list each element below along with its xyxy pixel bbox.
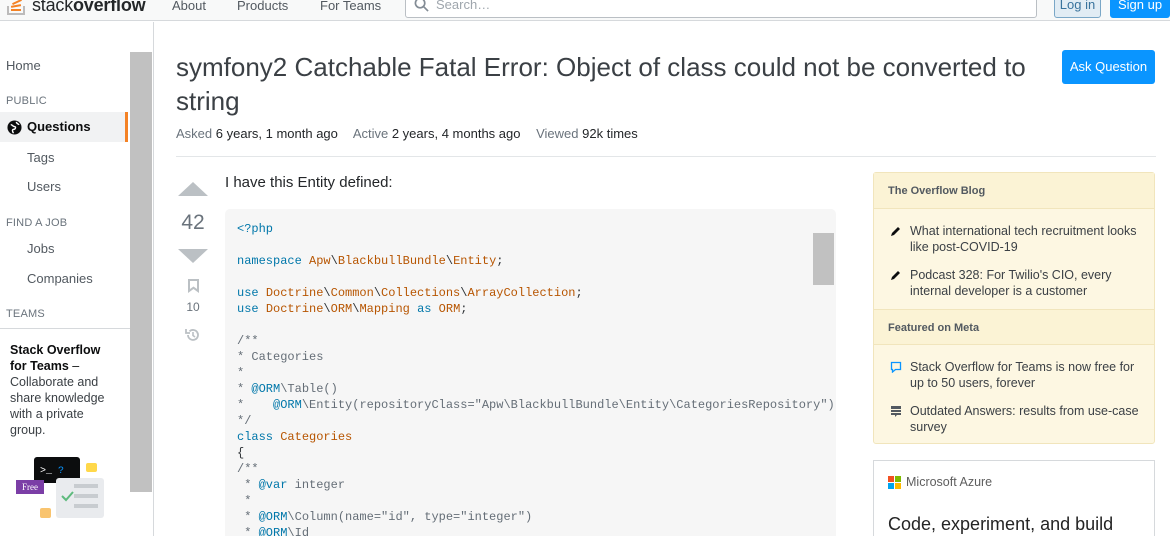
overflow-blog-widget: The Overflow Blog What international tec… [873,172,1155,444]
search-icon [414,0,429,12]
blog-item-2[interactable]: Podcast 328: For Twilio's CIO, every int… [910,267,1140,299]
nav-home[interactable]: Home [6,58,41,73]
teams-description: Collaborate and share knowledge with a p… [10,375,105,437]
blog-heading: The Overflow Blog [874,173,1154,209]
nav-users[interactable]: Users [27,179,61,194]
post-body-text: I have this Entity defined: [225,174,393,191]
downvote-arrow-icon[interactable] [178,249,208,263]
bookmark-count: 10 [186,300,200,314]
pencil-icon [891,227,900,236]
nav-for-teams[interactable]: For Teams [320,0,381,13]
question-title[interactable]: symfony2 Catchable Fatal Error: Object o… [176,50,1046,118]
public-heading: PUBLIC [6,95,47,107]
bookmark-icon[interactable] [188,279,199,293]
code-block[interactable]: <?php namespace Apw\BlackbullBundle\Enti… [225,209,836,536]
code-line: * @var integer [237,478,346,492]
nav-companies[interactable]: Companies [27,271,93,286]
code-line: use Doctrine\ORM\Mapping as ORM; [237,302,468,316]
code-content: <?php namespace Apw\BlackbullBundle\Enti… [237,221,835,536]
svg-text:>_: >_ [40,466,53,477]
code-line: namespace Apw\BlackbullBundle\Entity; [237,254,504,268]
divider [176,156,1156,157]
globe-icon [7,120,22,135]
nav-about[interactable]: About [172,0,206,13]
code-line: * [237,366,245,380]
advertisement[interactable]: Microsoft Azure Code, experiment, and bu… [873,460,1155,536]
code-line: * [237,494,252,508]
search-box [405,0,1037,18]
code-line: * @ORM\Entity(repositoryClass="Apw\Black… [237,398,835,412]
sidebar-scrollbar[interactable] [130,52,152,492]
microsoft-logo-icon [888,476,901,489]
stackoverflow-logo-icon [7,0,25,15]
ad-headline: Code, experiment, and build [888,514,1114,534]
meta-item-1[interactable]: Stack Overflow for Teams is now free for… [910,359,1140,391]
search-input[interactable] [436,0,1016,12]
ask-question-button[interactable]: Ask Question [1062,50,1155,84]
blog-item-1[interactable]: What international tech recruitment look… [910,223,1140,255]
stack-exchange-icon [891,406,901,417]
code-line: class Categories [237,430,353,444]
svg-text:?: ? [58,466,64,477]
code-line: * @ORM\Table() [237,382,338,396]
asked-value: 6 years, 1 month ago [215,126,338,141]
viewed-value: 92k times [582,126,638,141]
teams-promo: Stack Overflow for Teams – Collaborate a… [0,328,130,536]
top-bar: stackoverflow About Products For Teams L… [0,0,1170,21]
code-line: /** [237,334,259,348]
free-badge: Free [22,482,38,492]
nav-jobs[interactable]: Jobs [27,241,54,256]
question-meta: Asked 6 years, 1 month ago Active 2 year… [176,126,650,141]
code-scrollbar[interactable] [813,233,834,285]
code-line: * @ORM\Column(name="id", type="integer") [237,510,533,524]
find-job-heading: FIND A JOB [6,217,68,229]
teams-heading: TEAMS [6,308,45,320]
logo-text: stackoverflow [32,0,146,15]
teams-title[interactable]: Stack Overflow for Teams – [10,342,120,374]
code-line: <?php [237,222,274,236]
active-label: Active [352,126,389,141]
logo[interactable]: stackoverflow [6,0,146,18]
asked-label: Asked [176,126,213,141]
nav-questions-label: Questions [27,119,91,134]
signup-button[interactable]: Sign up [1110,0,1170,18]
nav-questions[interactable]: Questions [0,112,128,142]
vote-count: 42 [181,211,205,234]
pencil-icon [891,271,900,280]
left-sidebar: Home PUBLIC Questions Tags Users FIND A … [0,22,154,536]
meta-item-2[interactable]: Outdated Answers: results from use-case … [910,403,1140,435]
nav-tags[interactable]: Tags [27,150,54,165]
nav-products[interactable]: Products [237,0,288,13]
history-icon[interactable] [185,327,201,343]
code-line: { [237,446,245,460]
ad-brand: Microsoft Azure [906,475,993,489]
code-line: */ [237,414,252,428]
code-line: * Categories [237,350,324,364]
code-line: use Doctrine\Common\Collections\ArrayCol… [237,286,583,300]
code-line: * @ORM\Id [237,526,310,536]
upvote-arrow-icon[interactable] [178,182,208,196]
active-value[interactable]: 2 years, 4 months ago [392,126,521,141]
code-line: /** [237,462,259,476]
meta-heading: Featured on Meta [874,309,1154,345]
chat-bubble-icon [890,361,902,373]
teams-illustration-icon: >_ ? Free [16,457,104,518]
login-button[interactable]: Log in [1054,0,1101,18]
viewed-label: Viewed [536,126,579,141]
